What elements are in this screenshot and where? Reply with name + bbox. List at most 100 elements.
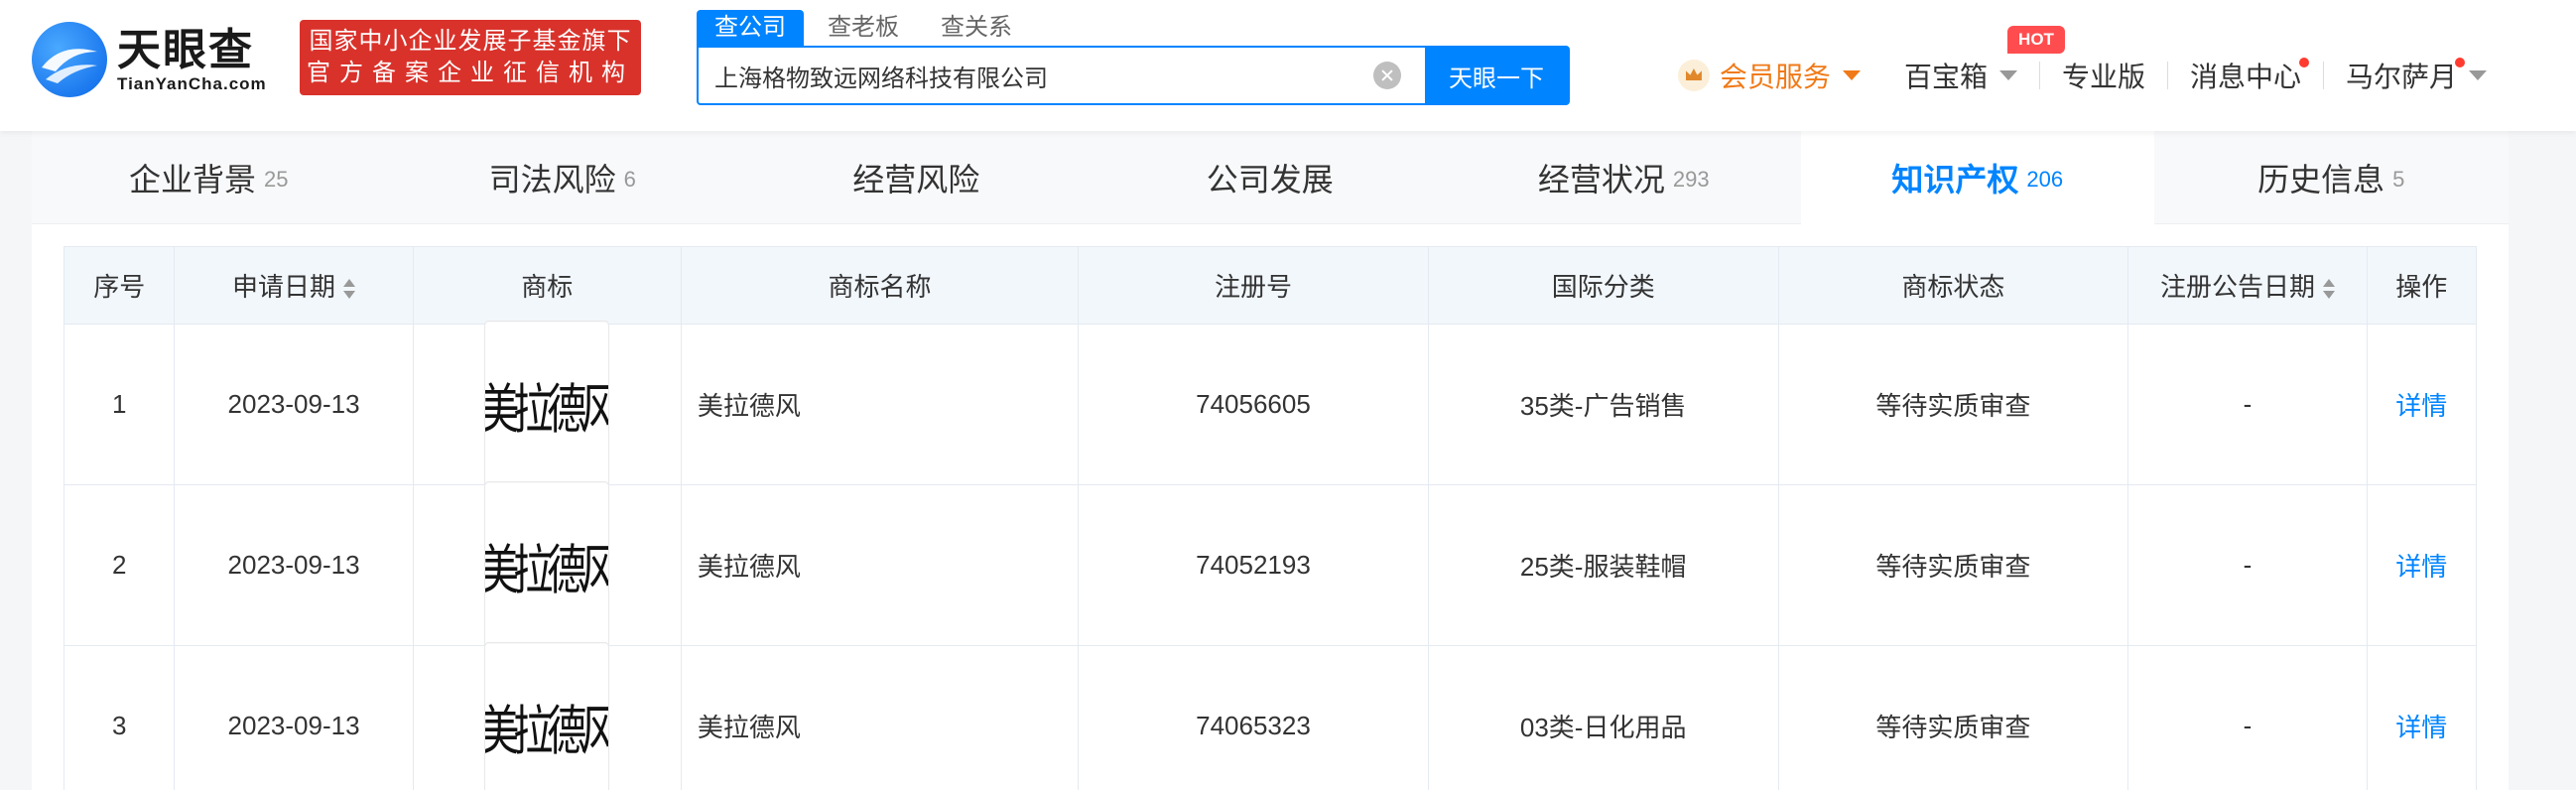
- vip-service-menu[interactable]: 会员服务: [1656, 56, 1882, 95]
- tab-count: 5: [2392, 167, 2405, 192]
- chevron-down-icon: [1842, 70, 1861, 80]
- detail-link[interactable]: 详情: [2366, 645, 2478, 790]
- cell-trademark-name: 美拉德风: [680, 324, 1080, 485]
- col-header-status: 商标状态: [1777, 246, 2129, 325]
- col-header-reg-no: 注册号: [1078, 246, 1429, 325]
- official-badge: 国家中小企业发展子基金旗下 官方备案企业征信机构: [300, 20, 641, 95]
- tab-count: 25: [264, 167, 289, 192]
- logo-eye-icon: [32, 22, 107, 97]
- cell-trademark: 美拉德风: [412, 641, 682, 790]
- tab-history-info[interactable]: 历史信息 5: [2154, 131, 2509, 224]
- cell-apply-date: 2023-09-13: [174, 645, 414, 790]
- cell-status: 等待实质审查: [1777, 484, 2129, 646]
- cell-pub-date: -: [2127, 324, 2368, 485]
- user-name: 马尔萨月: [2345, 62, 2457, 92]
- chevron-down-icon: [2469, 70, 2487, 80]
- cell-reg-no: 74052193: [1078, 484, 1429, 646]
- tab-count: 6: [623, 167, 636, 192]
- badge-line2: 官方备案企业征信机构: [307, 60, 634, 86]
- col-header-pub-date[interactable]: 注册公告日期: [2127, 246, 2368, 325]
- table-row: 2 2023-09-13 美拉德风 美拉德风 74052193 25类-服装鞋帽…: [63, 480, 2478, 650]
- col-header-apply-date[interactable]: 申请日期: [174, 246, 414, 325]
- cell-index: 1: [63, 324, 176, 485]
- tab-label: 历史信息: [2257, 162, 2385, 198]
- baibao-menu[interactable]: 百宝箱: [1882, 56, 2039, 95]
- chevron-down-icon: [1998, 70, 2017, 80]
- col-header-label: 申请日期: [232, 272, 336, 302]
- top-header: 天眼查 TianYanCha.com 国家中小企业发展子基金旗下 官方备案企业征…: [0, 0, 2576, 131]
- sort-icon[interactable]: [2322, 278, 2335, 300]
- cell-apply-date: 2023-09-13: [174, 324, 414, 485]
- col-header-trademark-name: 商标名称: [680, 246, 1080, 325]
- logo-cn-text: 天眼查: [117, 26, 254, 74]
- main-content: 序号 申请日期 商标 商标名称 注册号 国际分类 商标状态 注册公告日期 操作 …: [32, 224, 2509, 790]
- section-tabs: 企业背景 25 司法风险 6 经营风险 公司发展 经营状况 293 知识产权 206 历…: [32, 131, 2509, 224]
- search-type-tabs: 查公司 查老板 查关系: [697, 10, 1036, 46]
- tab-label: 经营风险: [852, 162, 980, 198]
- cell-index: 3: [63, 645, 176, 790]
- col-header-action: 操作: [2366, 246, 2478, 325]
- cell-pub-date: -: [2127, 645, 2368, 790]
- tab-company-development[interactable]: 公司发展: [1094, 131, 1448, 224]
- clear-icon[interactable]: [1373, 62, 1401, 89]
- cell-apply-date: 2023-09-13: [174, 484, 414, 646]
- tab-label: 司法风险: [488, 162, 616, 198]
- trademark-image[interactable]: 美拉德风: [484, 320, 610, 489]
- trademark-image[interactable]: 美拉德风: [484, 480, 610, 650]
- trademark-image[interactable]: 美拉德风: [484, 641, 610, 790]
- logo-en-text: TianYanCha.com: [117, 74, 267, 93]
- cell-status: 等待实质审查: [1777, 645, 2129, 790]
- trademark-table: 序号 申请日期 商标 商标名称 注册号 国际分类 商标状态 注册公告日期 操作 …: [63, 246, 2478, 790]
- cell-reg-no: 74056605: [1078, 324, 1429, 485]
- table-row: 3 2023-09-13 美拉德风 美拉德风 74065323 03类-日化用品…: [63, 641, 2478, 790]
- tab-label: 知识产权: [1891, 162, 2019, 198]
- col-header-label: 注册公告日期: [2159, 272, 2315, 302]
- tab-count: 293: [1672, 167, 1710, 192]
- tab-search-company[interactable]: 查公司: [697, 10, 804, 46]
- cell-reg-no: 74065323: [1078, 645, 1429, 790]
- table-header-row: 序号 申请日期 商标 商标名称 注册号 国际分类 商标状态 注册公告日期 操作: [63, 246, 2478, 325]
- col-header-index: 序号: [63, 246, 176, 325]
- top-nav: 会员服务 百宝箱 专业版 消息中心 马尔萨月: [1656, 48, 2509, 103]
- message-center-link[interactable]: 消息中心: [2168, 56, 2323, 95]
- notification-dot: [2298, 58, 2309, 67]
- crown-icon: [1677, 60, 1710, 91]
- search-button[interactable]: 天眼一下: [1425, 48, 1568, 103]
- tab-intellectual-property[interactable]: 知识产权 206: [1800, 131, 2154, 224]
- vip-service-label: 会员服务: [1719, 62, 1831, 92]
- pro-version-link[interactable]: 专业版: [2040, 56, 2167, 95]
- table-row: 1 2023-09-13 美拉德风 美拉德风 74056605 35类-广告销售…: [63, 320, 2478, 489]
- cell-intl-class: 35类-广告销售: [1427, 324, 1779, 485]
- sort-icon[interactable]: [343, 278, 356, 300]
- notification-dot: [2455, 58, 2465, 67]
- tab-search-boss[interactable]: 查老板: [810, 10, 917, 46]
- tab-operation-risk[interactable]: 经营风险: [739, 131, 1094, 224]
- cell-trademark: 美拉德风: [412, 320, 682, 489]
- baibao-label: 百宝箱: [1903, 62, 1988, 92]
- tab-label: 企业背景: [129, 162, 257, 198]
- col-header-intl-class: 国际分类: [1427, 246, 1779, 325]
- cell-intl-class: 25类-服装鞋帽: [1427, 484, 1779, 646]
- tab-label: 经营状况: [1537, 162, 1665, 198]
- tab-count: 206: [2026, 167, 2064, 192]
- detail-link[interactable]: 详情: [2366, 324, 2478, 485]
- tab-search-relation[interactable]: 查关系: [923, 10, 1030, 46]
- cell-trademark-name: 美拉德风: [680, 484, 1080, 646]
- tab-operation-status[interactable]: 经营状况 293: [1447, 131, 1801, 224]
- user-menu[interactable]: 马尔萨月: [2324, 56, 2509, 95]
- col-header-trademark: 商标: [412, 246, 682, 325]
- badge-line1: 国家中小企业发展子基金旗下: [309, 28, 632, 55]
- site-logo[interactable]: 天眼查 TianYanCha.com: [32, 20, 280, 99]
- cell-index: 2: [63, 484, 176, 646]
- cell-intl-class: 03类-日化用品: [1427, 645, 1779, 790]
- cell-status: 等待实质审查: [1777, 324, 2129, 485]
- cell-trademark: 美拉德风: [412, 480, 682, 650]
- tab-company-background[interactable]: 企业背景 25: [32, 131, 386, 224]
- cell-pub-date: -: [2127, 484, 2368, 646]
- pro-version-label: 专业版: [2061, 62, 2145, 92]
- message-center-label: 消息中心: [2189, 62, 2301, 92]
- cell-trademark-name: 美拉德风: [680, 645, 1080, 790]
- tab-judicial-risk[interactable]: 司法风险 6: [386, 131, 740, 224]
- search-input[interactable]: [699, 48, 1373, 103]
- detail-link[interactable]: 详情: [2366, 484, 2478, 646]
